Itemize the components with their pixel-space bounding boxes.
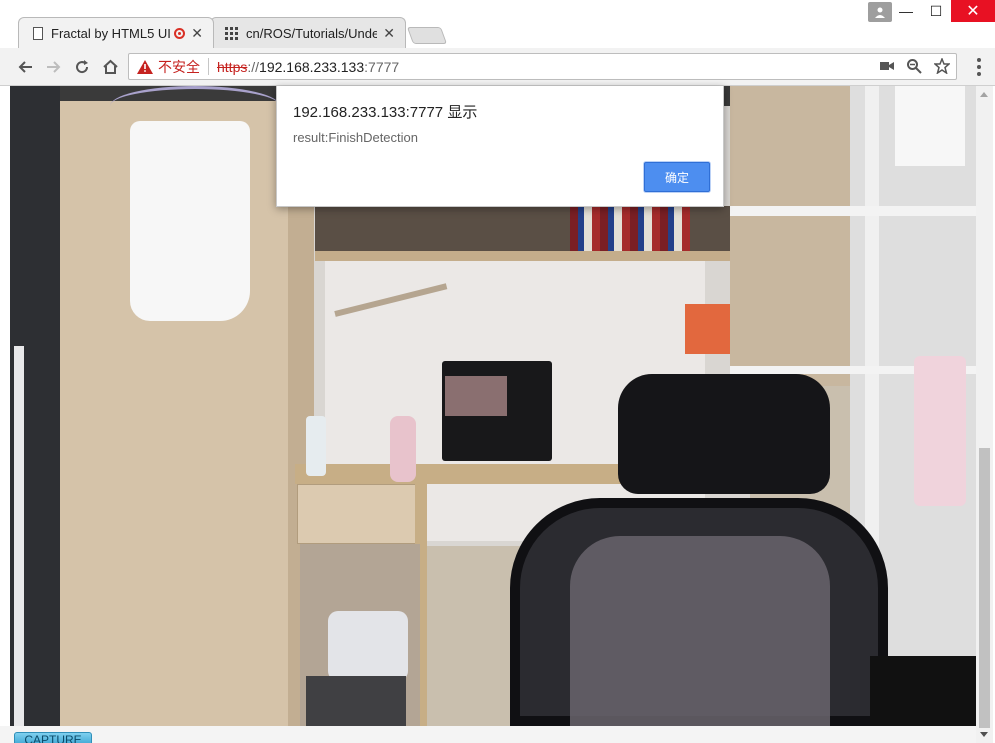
maximize-button[interactable]: ☐	[921, 0, 951, 22]
chair-mesh	[570, 536, 830, 726]
right-shelf	[730, 86, 850, 386]
chair-headrest	[618, 374, 830, 494]
address-bar[interactable]: 不安全 https :// 192.168.233.133 :7777	[128, 53, 957, 80]
scroll-up-icon[interactable]	[980, 92, 988, 97]
minimize-button[interactable]: —	[891, 0, 921, 22]
close-window-button[interactable]: ✕	[951, 0, 995, 22]
pink-bottle	[390, 416, 416, 482]
shelf-board	[315, 251, 730, 261]
address-bar-actions	[880, 56, 951, 77]
page-icon	[33, 26, 43, 40]
star-icon[interactable]	[933, 56, 951, 77]
page-bottom	[0, 726, 976, 743]
menu-icon[interactable]	[977, 58, 981, 79]
left-ladder	[14, 346, 24, 726]
divider	[208, 58, 209, 75]
new-tab-button[interactable]	[406, 27, 448, 44]
bottle	[306, 416, 326, 476]
scroll-down-icon[interactable]	[980, 732, 988, 737]
forward-icon[interactable]	[43, 56, 65, 78]
tab-fractal[interactable]: Fractal by HTML5 UI ✕	[18, 17, 214, 48]
white-towel	[895, 86, 965, 166]
back-icon[interactable]	[14, 56, 36, 78]
security-label[interactable]: 不安全	[158, 57, 200, 77]
zoom-icon[interactable]	[906, 58, 922, 77]
warning-icon	[137, 59, 153, 74]
tab-strip: Fractal by HTML5 UI ✕ cn/ROS/Tutorials/U…	[0, 0, 995, 48]
ladder-rung	[730, 206, 976, 216]
tab-ros-tutorials[interactable]: cn/ROS/Tutorials/Unde ✕	[210, 17, 406, 48]
capture-button[interactable]: CAPTURE	[14, 732, 92, 743]
hanger	[110, 86, 280, 126]
tab-title: cn/ROS/Tutorials/Unde	[246, 25, 378, 41]
grid-icon	[225, 26, 238, 40]
recording-icon	[174, 27, 186, 39]
dark-clothes	[870, 656, 976, 726]
alert-dialog: 192.168.233.133:7777 显示 result:FinishDet…	[276, 86, 724, 207]
white-shirt	[130, 121, 250, 321]
camera-icon[interactable]	[880, 58, 894, 77]
url-host: 192.168.233.133	[259, 58, 365, 75]
close-tab-icon[interactable]: ✕	[191, 25, 203, 42]
url-port: :7777	[364, 58, 400, 75]
bag	[328, 611, 408, 681]
orange-box	[685, 304, 730, 354]
close-tab-icon[interactable]: ✕	[383, 25, 395, 42]
url-scheme: https	[217, 58, 248, 75]
books	[570, 206, 690, 251]
reload-icon[interactable]	[71, 56, 93, 78]
dialog-title: 192.168.233.133:7777 显示	[293, 104, 478, 121]
ok-button[interactable]: 确定	[644, 162, 710, 192]
tab-title: Fractal by HTML5 UI	[51, 25, 171, 41]
floor-items	[306, 676, 406, 726]
profile-icon[interactable]	[868, 2, 892, 22]
browser-toolbar: 不安全 https :// 192.168.233.133 :7777	[0, 48, 995, 86]
dialog-message: result:FinishDetection	[293, 130, 418, 145]
scroll-thumb[interactable]	[979, 448, 990, 728]
laptop-screen-image	[445, 376, 507, 416]
desk-drawer	[297, 484, 422, 544]
vertical-scrollbar[interactable]	[976, 86, 993, 743]
url-scheme-separator: ://	[247, 58, 260, 75]
window-controls: — ☐ ✕	[891, 0, 995, 24]
pink-towel	[914, 356, 966, 506]
home-icon[interactable]	[99, 56, 121, 78]
